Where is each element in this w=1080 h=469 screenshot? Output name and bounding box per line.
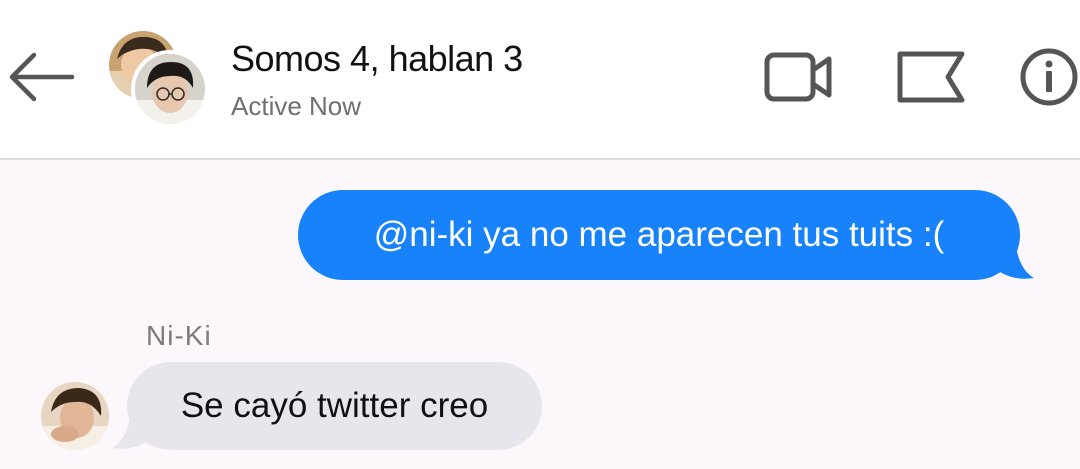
incoming-message-bubble[interactable]: Se cayó twitter creo <box>127 362 542 450</box>
info-icon <box>1020 48 1078 106</box>
video-call-button[interactable] <box>762 50 834 104</box>
outgoing-message-bubble[interactable]: @ni-ki ya no me aparecen tus tuits :( <box>298 190 1020 280</box>
conversation-title: Somos 4, hablan 3 <box>231 38 523 79</box>
arrow-left-icon <box>9 52 75 102</box>
back-button[interactable] <box>4 50 76 104</box>
sender-avatar[interactable] <box>41 382 109 450</box>
active-status: Active Now <box>231 91 362 121</box>
outgoing-message-text: @ni-ki ya no me aparecen tus tuits :( <box>373 215 945 254</box>
flag-button[interactable] <box>894 48 968 106</box>
conversation-header: Somos 4, hablan 3 Active Now <box>0 0 1080 160</box>
sender-name: Ni-Ki <box>146 320 212 351</box>
info-button[interactable] <box>1016 46 1080 108</box>
incoming-message-text: Se cayó twitter creo <box>180 386 489 425</box>
member-avatar <box>131 50 209 128</box>
group-avatar[interactable] <box>104 28 209 128</box>
video-camera-icon <box>764 52 832 102</box>
flag-icon <box>897 51 965 103</box>
